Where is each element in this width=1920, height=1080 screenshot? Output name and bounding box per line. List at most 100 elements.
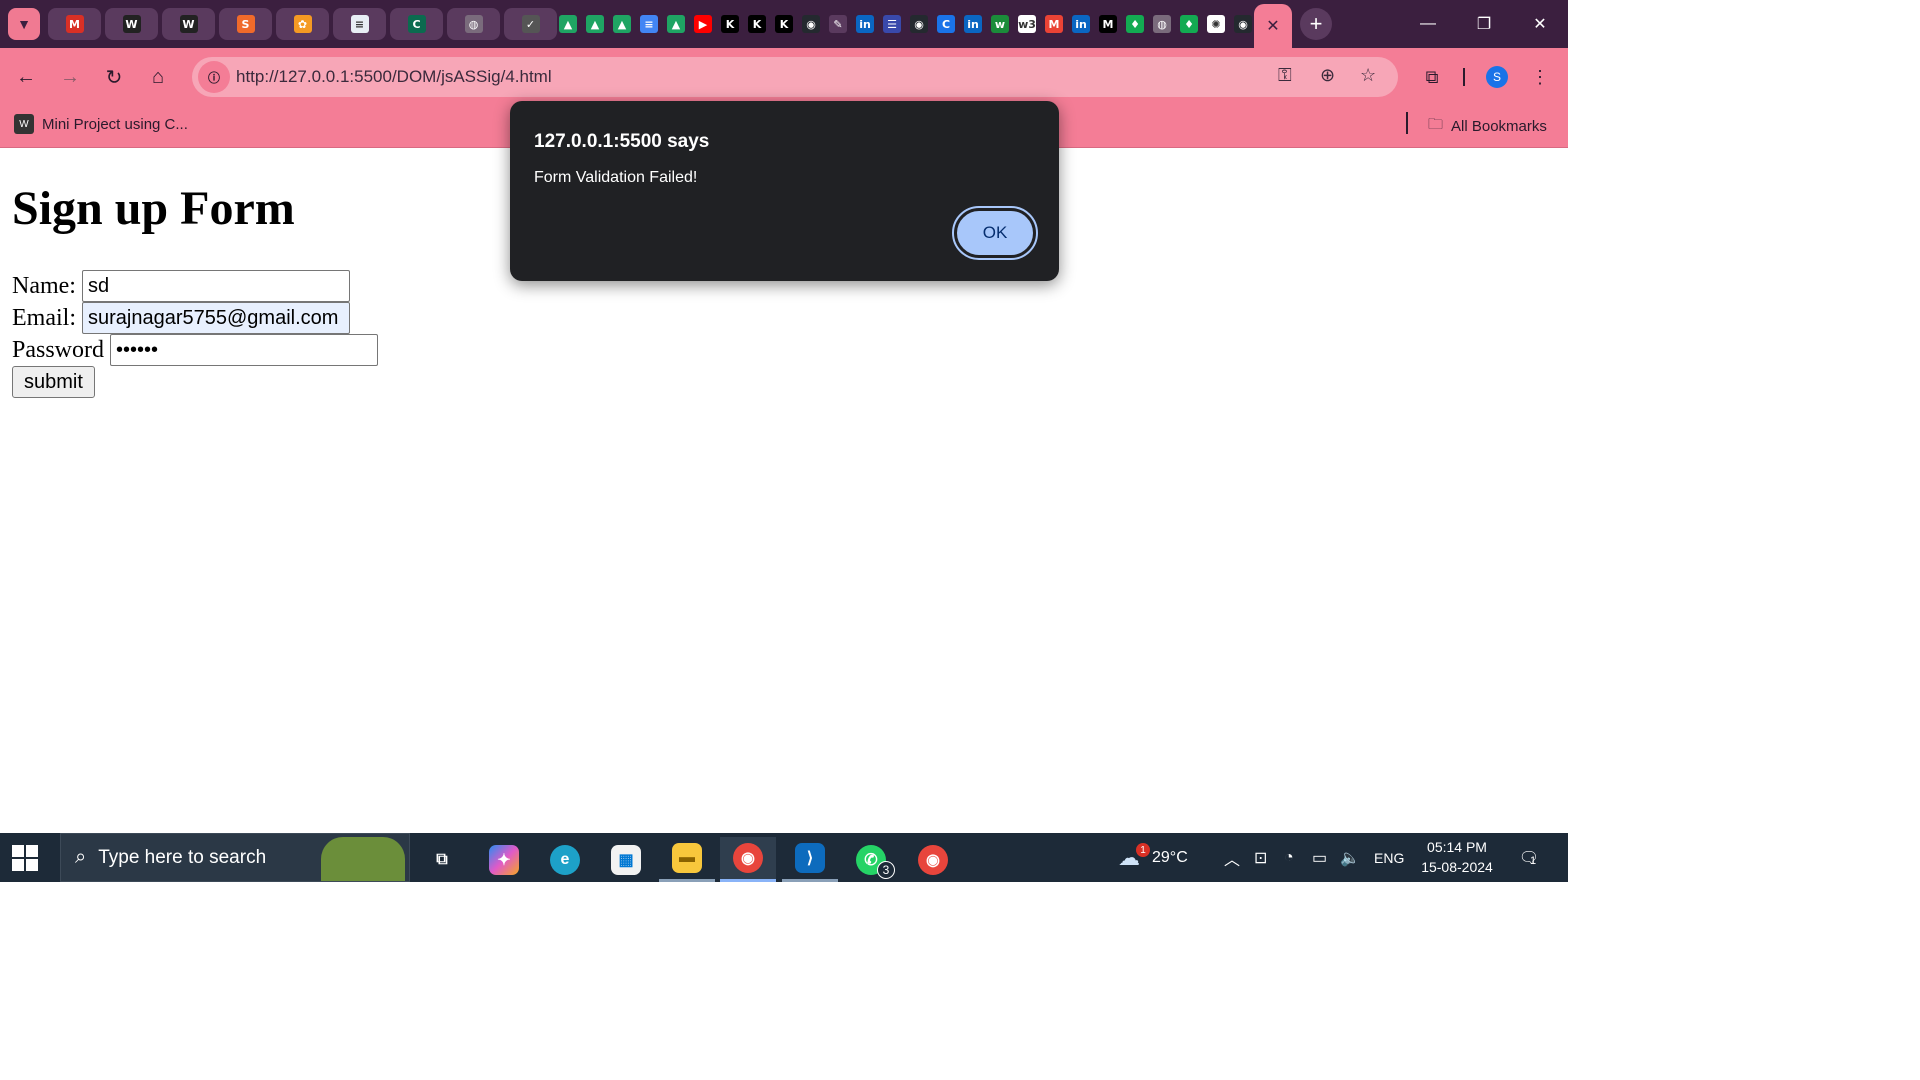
browser-tab[interactable]: ☰ — [880, 10, 904, 38]
browser-tab[interactable]: ▲ — [583, 10, 607, 38]
edge-button[interactable]: e — [537, 837, 593, 882]
file-explorer-button[interactable]: ▬ — [659, 837, 715, 882]
star-icon[interactable]: ☆ — [1360, 65, 1376, 86]
wifi-icon[interactable]: ◔ — [1284, 833, 1294, 882]
browser-tab[interactable]: ▶ — [691, 10, 715, 38]
pinned-tab[interactable]: C — [390, 8, 443, 40]
dialog-message: Form Validation Failed! — [534, 169, 698, 186]
email-input[interactable]: surajnagar5755@gmail.com — [81, 302, 350, 334]
browser-tab[interactable]: K — [745, 10, 769, 38]
chrome-profile-button[interactable]: ◉ — [905, 837, 961, 882]
page-title: Sign up Form — [12, 182, 295, 235]
name-input[interactable]: sd — [81, 270, 350, 302]
new-tab-button[interactable]: + — [1300, 8, 1332, 40]
pinned-tab[interactable]: W — [162, 8, 215, 40]
extensions-button[interactable]: ⧉ — [1416, 61, 1448, 93]
browser-tab[interactable]: C — [934, 10, 958, 38]
active-tab[interactable]: ✕ — [1254, 4, 1292, 48]
whatsapp-button[interactable]: ✆ 3 — [843, 837, 899, 882]
browser-tab[interactable]: ✺ — [1204, 10, 1228, 38]
password-input[interactable]: •••••• — [110, 334, 379, 366]
form-icon: ☰ — [883, 15, 901, 33]
browser-tab[interactable]: in — [853, 10, 877, 38]
site-info-button[interactable]: ⓘ — [198, 61, 230, 93]
tab-search-button[interactable]: ▼ — [8, 8, 40, 40]
browser-tab[interactable]: ≡ — [637, 10, 661, 38]
document-icon: ≡ — [350, 15, 369, 33]
browser-tab[interactable]: ▲ — [610, 10, 634, 38]
reload-button[interactable]: ↻ — [98, 61, 130, 93]
show-hidden-icons[interactable]: ︿ — [1224, 833, 1240, 882]
vscode-button[interactable]: ⟩ — [782, 837, 838, 882]
browser-tab[interactable]: ◉ — [799, 10, 823, 38]
folder-icon: ▬ — [672, 843, 702, 873]
restore-button[interactable]: ❐ — [1456, 0, 1512, 48]
store-button[interactable]: ▦ — [598, 837, 654, 882]
back-button[interactable]: ← — [10, 61, 42, 93]
bookmark-item[interactable]: W Mini Project using C... — [14, 114, 188, 134]
browser-tab[interactable]: ✎ — [826, 10, 850, 38]
wordpress-icon: W — [14, 114, 34, 134]
pinned-tab[interactable]: ✿ — [276, 8, 329, 40]
url-text[interactable]: http://127.0.0.1:5500/DOM/jsASSig/4.html — [236, 67, 552, 87]
wordpress-icon: W — [179, 15, 198, 33]
arrow-left-icon: ← — [16, 65, 36, 88]
chrome-button[interactable]: ◉ — [720, 837, 776, 882]
menu-button[interactable]: ⋮ — [1524, 61, 1556, 93]
browser-tab[interactable]: ▲ — [664, 10, 688, 38]
reload-icon: ↻ — [105, 66, 123, 89]
pencil-icon: ✎ — [829, 15, 847, 33]
whatsapp-badge: 3 — [877, 861, 895, 879]
home-button[interactable]: ⌂ — [142, 61, 174, 93]
browser-tab[interactable]: w — [988, 10, 1012, 38]
browser-tab[interactable]: w3 — [1015, 10, 1039, 38]
windows-start-icon[interactable] — [12, 845, 38, 871]
close-window-button[interactable]: ✕ — [1512, 0, 1568, 48]
meet-now-icon[interactable]: ⊡ — [1254, 833, 1267, 882]
mongodb-icon: ♦ — [1126, 15, 1144, 33]
zoom-icon[interactable]: ⊕ — [1320, 65, 1335, 86]
battery-icon[interactable]: ▭ — [1312, 833, 1327, 882]
all-bookmarks-button[interactable]: 🗀 All Bookmarks — [1428, 114, 1547, 139]
browser-tab[interactable]: K — [772, 10, 796, 38]
copilot-button[interactable]: ✦ — [476, 837, 532, 882]
close-icon[interactable]: ✕ — [1266, 16, 1279, 36]
browser-tab[interactable]: ▲ — [556, 10, 580, 38]
volume-icon[interactable]: 🔈 — [1340, 833, 1360, 882]
pinned-tab[interactable]: ✓ — [504, 8, 557, 40]
pinned-tab[interactable]: ◍ — [447, 8, 500, 40]
forward-button[interactable]: → — [54, 61, 86, 93]
gmail-icon: M — [65, 15, 84, 33]
globe-icon: ◍ — [1153, 15, 1171, 33]
browser-tab[interactable]: ◍ — [1150, 10, 1174, 38]
alert-dialog: 127.0.0.1:5500 says Form Validation Fail… — [510, 101, 1059, 281]
pinned-tab[interactable]: ≡ — [333, 8, 386, 40]
browser-tab[interactable]: M — [1096, 10, 1120, 38]
submit-button[interactable]: submit — [12, 366, 95, 398]
browser-tab[interactable]: ◉ — [1231, 10, 1255, 38]
taskbar-search[interactable]: ⌕ Type here to search — [60, 833, 410, 882]
google-drive-icon: ▲ — [613, 15, 631, 33]
browser-tab[interactable]: M — [1042, 10, 1066, 38]
browser-tab[interactable]: ♦ — [1177, 10, 1201, 38]
browser-tab[interactable]: in — [1069, 10, 1093, 38]
browser-tab[interactable]: ◉ — [907, 10, 931, 38]
key-icon[interactable]: ⚿ — [1278, 65, 1292, 86]
browser-tab[interactable]: K — [718, 10, 742, 38]
pinned-tab[interactable]: S — [219, 8, 272, 40]
task-view-button[interactable]: ⧉ — [414, 837, 470, 882]
password-label: Password — [12, 336, 105, 363]
browser-tab[interactable]: in — [961, 10, 985, 38]
pinned-tab[interactable]: M — [48, 8, 101, 40]
minimize-button[interactable]: — — [1400, 0, 1456, 48]
address-bar[interactable]: ⓘ http://127.0.0.1:5500/DOM/jsASSig/4.ht… — [192, 57, 1398, 97]
system-clock[interactable]: 05:14 PM 15-08-2024 — [1412, 837, 1502, 877]
password-row: Password •••••• — [12, 334, 379, 366]
profile-avatar[interactable]: S — [1486, 66, 1508, 88]
ok-button[interactable]: OK — [952, 206, 1038, 260]
weather-widget[interactable]: ☁ 1 29°C — [1118, 833, 1188, 882]
browser-tab[interactable]: ♦ — [1123, 10, 1147, 38]
language-indicator[interactable]: ENG — [1374, 833, 1404, 882]
pinned-tab[interactable]: W — [105, 8, 158, 40]
notification-button[interactable]: 🗨 1 — [1516, 845, 1542, 871]
